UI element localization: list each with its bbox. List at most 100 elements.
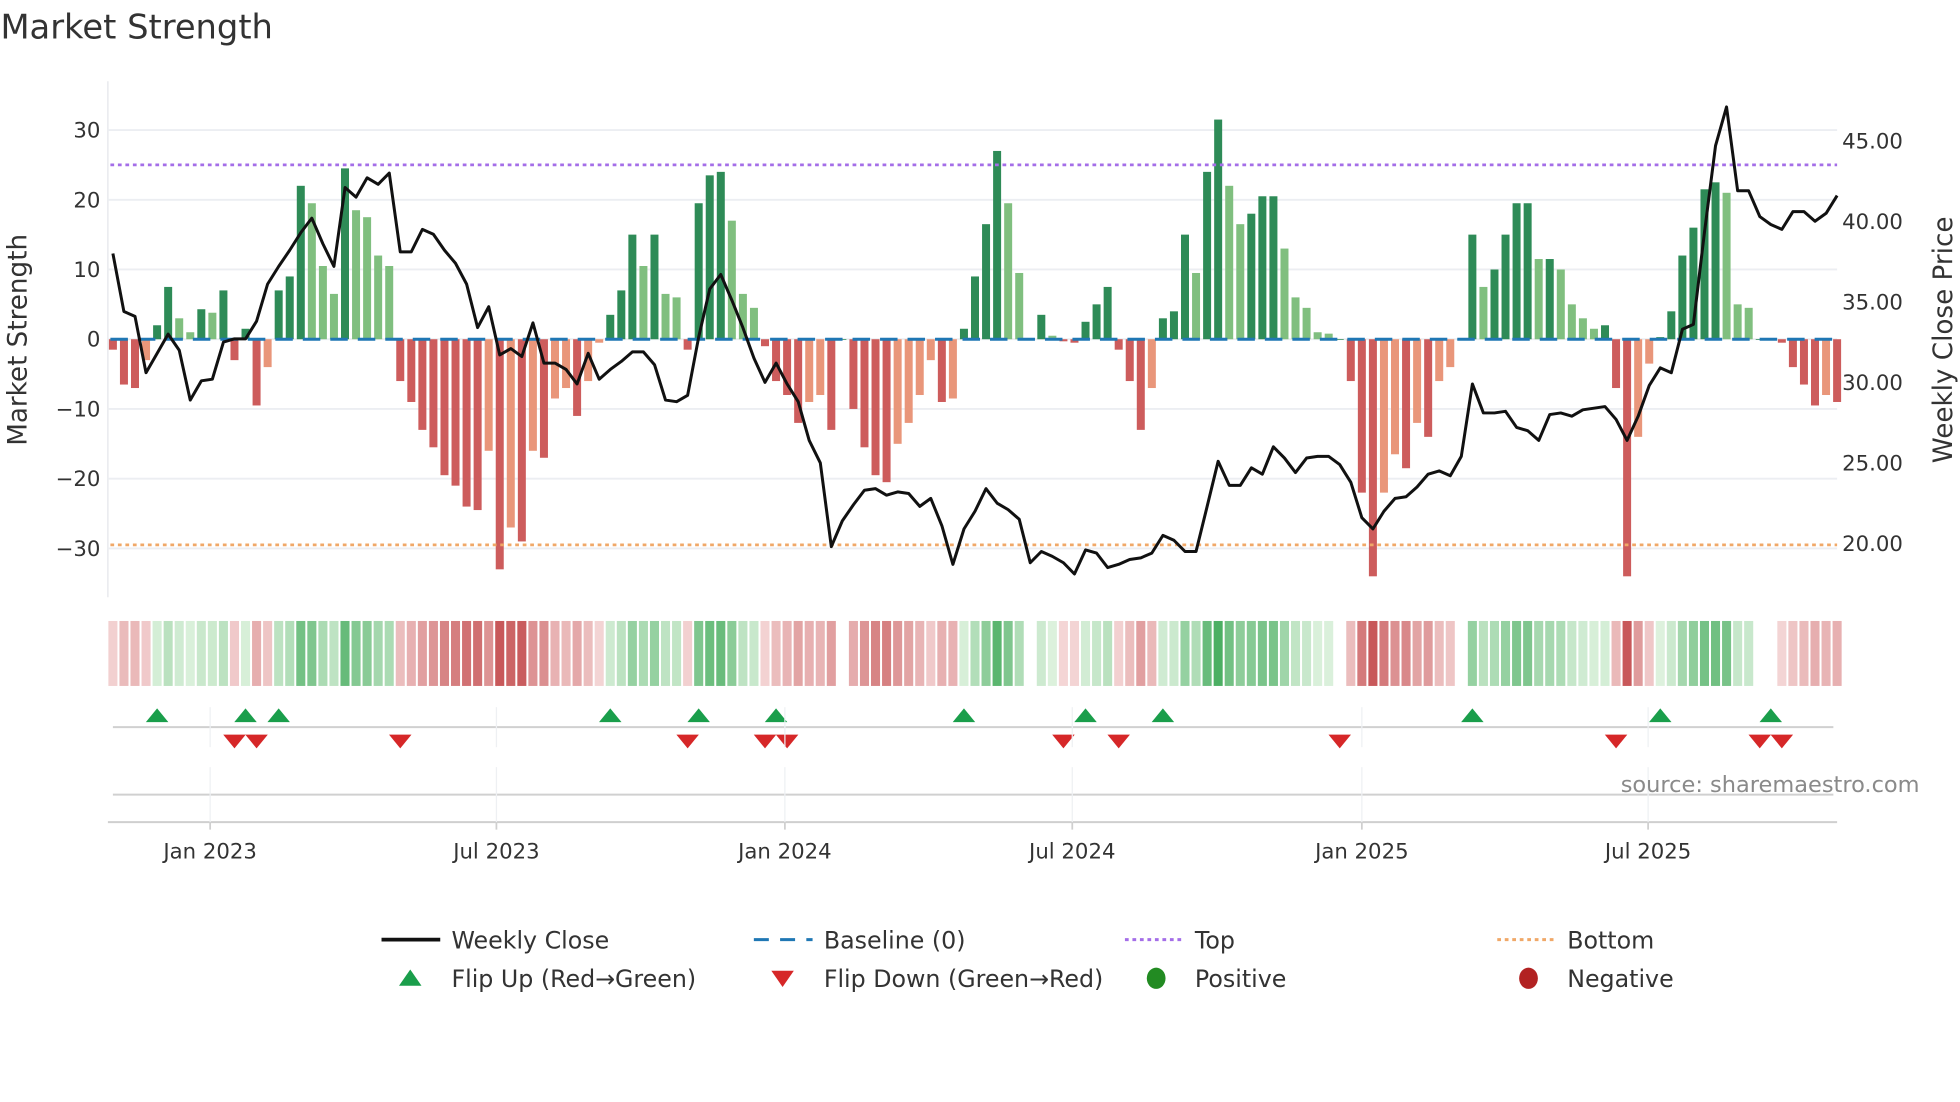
bar-positive — [318, 266, 327, 340]
bar-positive — [971, 276, 980, 340]
bar-negative — [528, 339, 537, 451]
bar-positive — [385, 266, 394, 340]
bar-negative — [1391, 339, 1400, 455]
heat-cell — [859, 620, 870, 686]
heat-cell — [240, 620, 251, 686]
left-tick-label: −10 — [56, 397, 101, 422]
legend-item: Baseline (0) — [753, 926, 966, 954]
heat-cell — [1268, 620, 1278, 686]
heat-cell — [848, 620, 858, 686]
heat-cell — [771, 620, 781, 686]
legend-item: Negative — [1519, 965, 1674, 993]
heat-cell — [1611, 620, 1621, 686]
heat-cell — [274, 620, 284, 686]
heat-cell — [108, 620, 118, 686]
bar-positive — [1192, 272, 1201, 340]
heat-cell — [1666, 620, 1676, 686]
bar-negative — [827, 339, 836, 430]
right-tick-label: 45.00 — [1842, 129, 1903, 154]
flip-down-marker — [1748, 734, 1771, 749]
triangle-down-icon — [771, 970, 794, 988]
heat-cell — [1125, 620, 1135, 686]
bar-positive — [1037, 314, 1046, 340]
heat-cell — [716, 620, 726, 686]
legend-label: Flip Up (Red→Green) — [451, 965, 696, 993]
heat-cell — [384, 620, 394, 686]
heat-cell — [395, 620, 405, 686]
bar-negative — [1612, 339, 1621, 389]
flip-down-marker — [775, 734, 799, 749]
bar-negative — [1833, 339, 1842, 402]
heat-cell — [1688, 620, 1698, 686]
heat-cell — [1390, 620, 1400, 686]
heat-cell — [1622, 620, 1632, 686]
bar-negative — [495, 339, 504, 570]
legend-item: Weekly Close — [381, 926, 609, 954]
flip-up-marker — [1074, 708, 1097, 723]
heat-cell — [1246, 620, 1256, 686]
bar-negative — [440, 339, 449, 476]
heat-cell — [627, 620, 637, 686]
bar-negative — [551, 339, 559, 399]
heat-cell — [1335, 620, 1345, 686]
bar-positive — [716, 171, 725, 340]
left-tick-label: −30 — [56, 537, 101, 562]
heat-cell — [959, 620, 969, 686]
legend-label: Positive — [1195, 965, 1286, 993]
heat-cell — [428, 620, 438, 686]
bar-positive — [993, 150, 1002, 340]
heat-cell — [495, 620, 505, 686]
flip-up-marker — [234, 708, 257, 723]
heat-cell — [1235, 620, 1245, 686]
flip-markers-panel — [112, 708, 1834, 796]
bar-negative — [1346, 339, 1355, 382]
bar-positive — [1490, 269, 1499, 340]
legend-label: Negative — [1567, 965, 1673, 993]
heat-cell — [1821, 620, 1831, 686]
heat-cell — [1755, 620, 1765, 686]
bar-positive — [628, 234, 637, 340]
legend-label: Baseline (0) — [824, 926, 966, 954]
heat-cell — [605, 620, 615, 686]
legend-item: Positive — [1146, 965, 1286, 993]
bar-positive — [1169, 311, 1178, 340]
bar-positive — [1578, 318, 1587, 340]
right-tick-label: 25.00 — [1842, 451, 1903, 476]
bar-negative — [1424, 339, 1433, 437]
heat-cell — [119, 620, 129, 686]
bar-positive — [982, 224, 991, 340]
heat-cell — [1114, 620, 1124, 686]
bar-positive — [617, 290, 626, 340]
flip-down-marker — [389, 734, 412, 749]
heat-cell — [1169, 620, 1179, 686]
left-tick-label: −20 — [56, 467, 101, 492]
right-tick-label: 20.00 — [1842, 532, 1903, 557]
heat-cell — [583, 620, 593, 686]
heat-cell — [1202, 620, 1212, 686]
heat-cell — [594, 620, 604, 686]
strength-bars — [108, 119, 1842, 577]
heat-cell — [1257, 620, 1267, 686]
heat-cell — [318, 620, 328, 686]
bar-positive — [1302, 307, 1311, 340]
bar-negative — [517, 339, 526, 542]
bar-negative — [1799, 339, 1808, 385]
heat-cell — [296, 620, 306, 686]
bar-negative — [882, 339, 891, 483]
flip-up-marker — [764, 708, 788, 723]
heat-cell — [904, 620, 914, 686]
heat-cell — [285, 620, 295, 686]
heat-cell — [163, 620, 173, 686]
x-tick-label: Jul 2023 — [451, 839, 539, 864]
heat-cell — [130, 620, 140, 686]
heat-cell — [672, 620, 682, 686]
bar-positive — [672, 297, 681, 340]
bar-negative — [683, 339, 692, 350]
heat-cell — [439, 620, 450, 686]
bar-negative — [1357, 339, 1366, 493]
bar-negative — [1147, 339, 1156, 389]
heat-cell — [1832, 620, 1842, 686]
bar-positive — [1523, 203, 1532, 340]
bar-positive — [1103, 286, 1112, 340]
x-tick-label: Jan 2025 — [1313, 839, 1409, 864]
